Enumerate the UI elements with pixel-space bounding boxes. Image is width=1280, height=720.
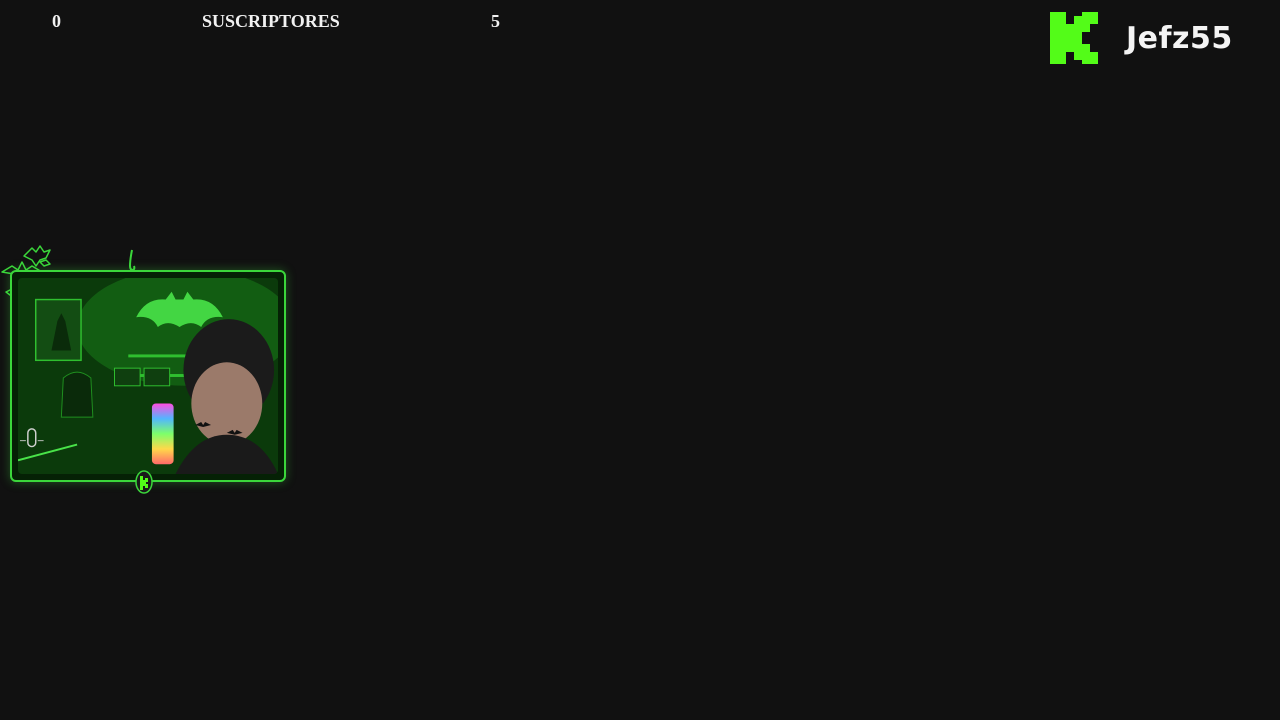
webcam-frame [10, 270, 286, 482]
webcam-scene [18, 278, 278, 474]
webcam-overlay [0, 236, 300, 500]
kick-badge-icon [135, 470, 153, 494]
kick-logo-icon [1050, 12, 1098, 64]
webcam-video [18, 278, 278, 474]
channel-name: Jefz55 [1126, 20, 1233, 56]
subscriber-count-left: 0 [52, 11, 61, 31]
subscriber-count-right: 5 [491, 11, 500, 31]
channel-brand: Jefz55 [1050, 12, 1233, 64]
subscriber-label: SUSCRIPTORES [202, 11, 340, 31]
